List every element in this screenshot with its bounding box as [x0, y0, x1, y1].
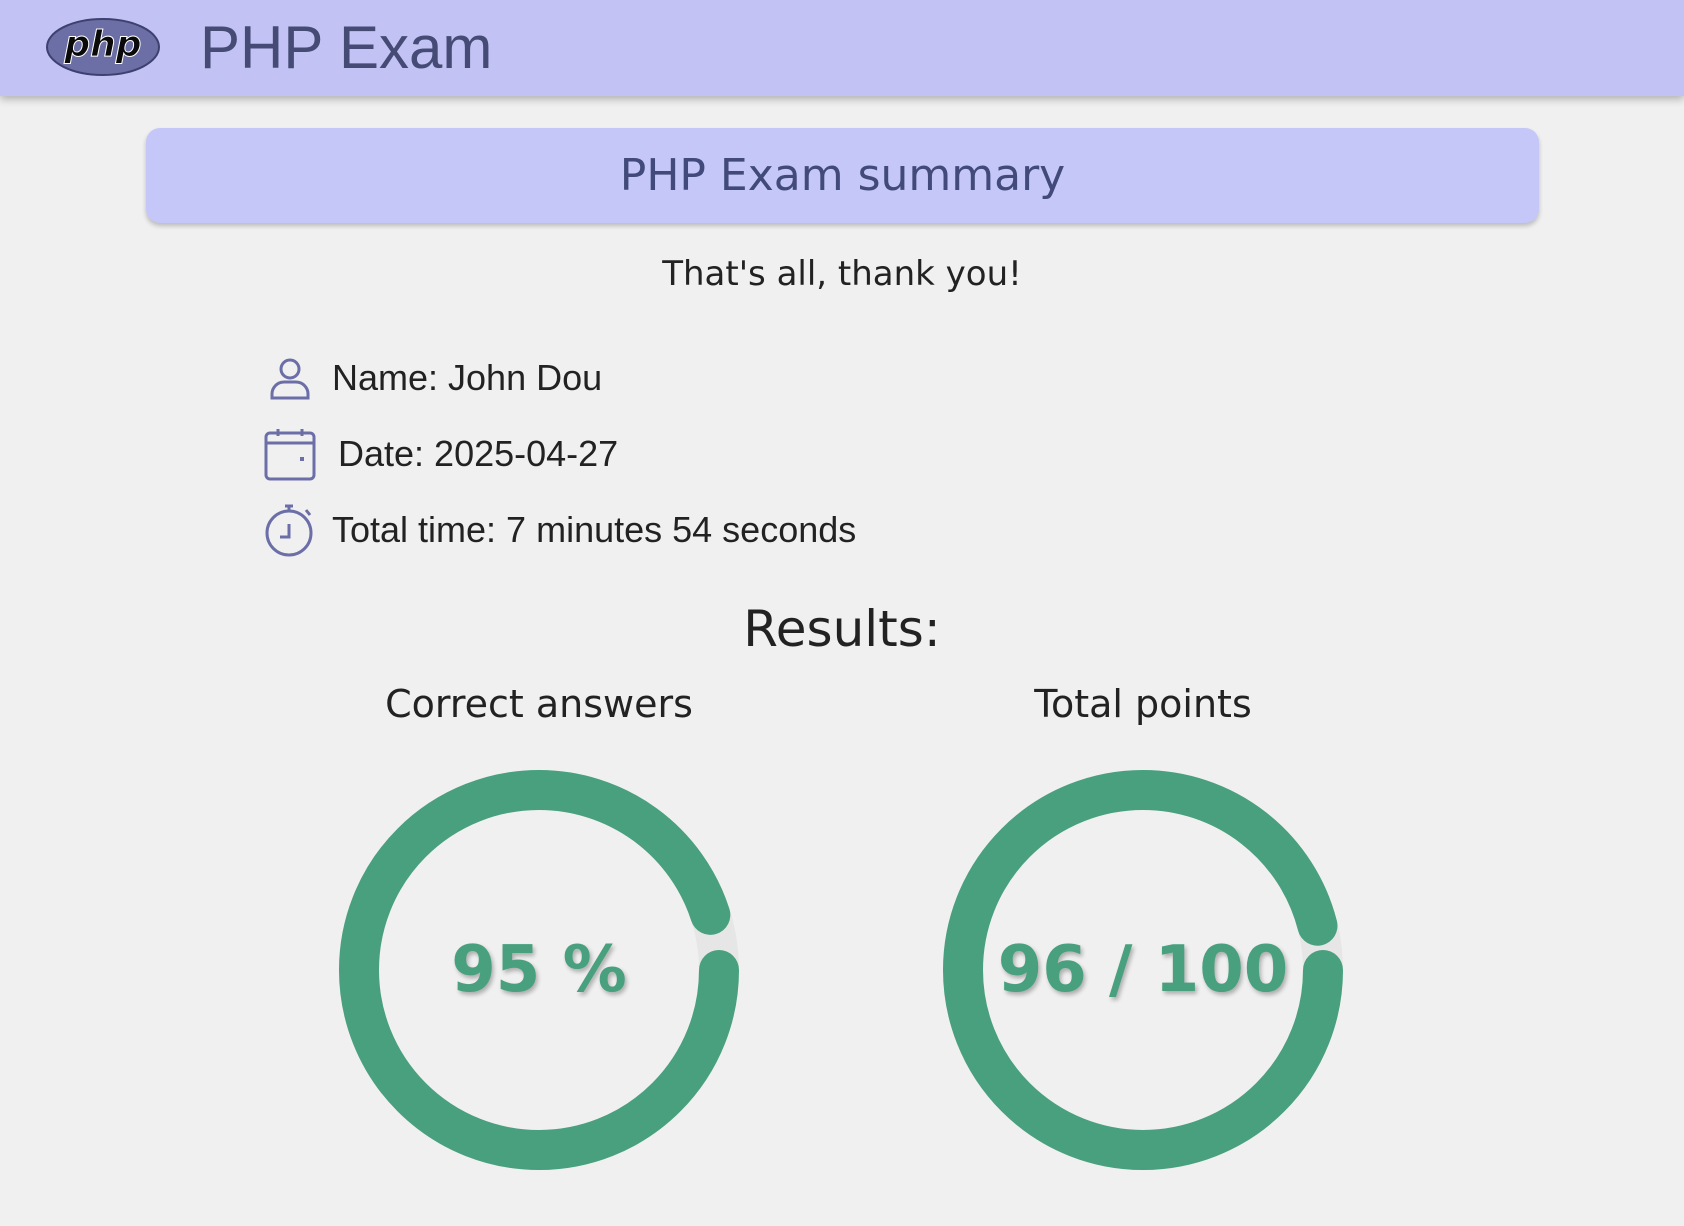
php-logo-text: php	[63, 24, 141, 65]
summary-title-banner: PHP Exam summary	[146, 128, 1539, 223]
total-points-label: Total points	[1034, 682, 1252, 726]
total-points-gauge: 96 / 100	[933, 760, 1353, 1180]
php-logo[interactable]: php	[46, 18, 160, 76]
stopwatch-icon	[262, 502, 318, 558]
info-row-date: Date: 2025-04-27	[262, 426, 618, 482]
exam-taker-name: Name: John Dou	[332, 357, 603, 398]
calendar-icon	[262, 426, 318, 482]
top-app-bar: php PHP Exam	[0, 0, 1684, 96]
exam-date: Date: 2025-04-27	[338, 433, 619, 474]
thank-you-message: That's all, thank you!	[662, 254, 1022, 294]
app-title: PHP Exam	[200, 14, 493, 81]
results-heading: Results:	[743, 600, 941, 658]
correct-answers-gauge: 95 %	[329, 760, 749, 1180]
user-icon	[262, 350, 318, 406]
info-row-name: Name: John Dou	[262, 350, 602, 406]
correct-answers-value: 95 %	[451, 933, 627, 1007]
info-row-total-time: Total time: 7 minutes 54 seconds	[262, 502, 856, 558]
total-time: Total time: 7 minutes 54 seconds	[332, 509, 857, 550]
correct-answers-label: Correct answers	[385, 682, 693, 726]
total-points-value: 96 / 100	[997, 933, 1289, 1007]
